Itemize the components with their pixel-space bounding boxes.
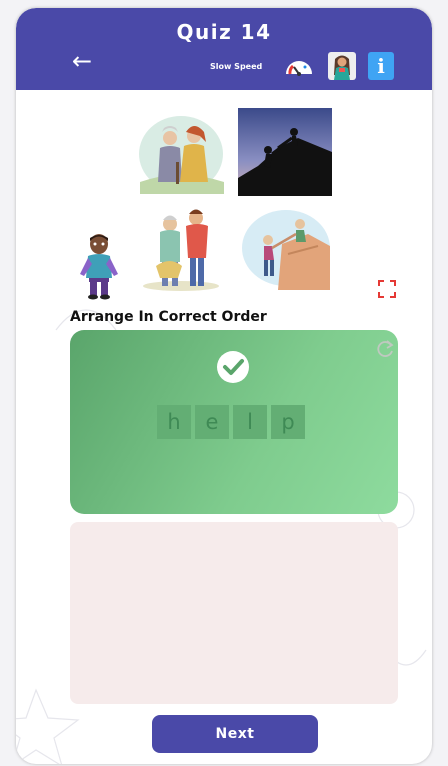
check-icon — [217, 351, 249, 383]
instruction-text: Arrange In Correct Order — [70, 309, 267, 325]
letter-tile[interactable]: p — [271, 405, 305, 439]
info-icon[interactable]: i — [368, 52, 394, 80]
speed-label: Slow Speed — [210, 62, 263, 71]
expand-icon[interactable] — [376, 278, 398, 300]
header-bar: Quiz 14 ← Slow Speed i — [16, 8, 432, 90]
clue-image-climbing-rock — [238, 204, 332, 290]
page-title: Quiz 14 — [176, 20, 272, 44]
clue-image-helping-elder — [136, 200, 226, 292]
refresh-icon[interactable] — [374, 338, 396, 360]
next-button[interactable]: Next — [152, 715, 318, 753]
letter-tray[interactable] — [70, 522, 398, 704]
letter-tile[interactable]: h — [157, 405, 191, 439]
clue-image-elderly-couple — [136, 112, 226, 194]
character-avatar-icon[interactable] — [328, 52, 356, 80]
quiz-screen: Quiz 14 ← Slow Speed i Arrange In Correc… — [16, 8, 432, 764]
answer-letters: h e l p — [157, 405, 305, 439]
mascot-character — [80, 234, 118, 300]
speedometer-icon[interactable] — [284, 54, 314, 78]
letter-tile[interactable]: e — [195, 405, 229, 439]
letter-tile[interactable]: l — [233, 405, 267, 439]
back-arrow-icon[interactable]: ← — [72, 48, 102, 74]
clue-image-helping-climb — [238, 108, 332, 196]
answer-area: h e l p — [70, 330, 398, 514]
